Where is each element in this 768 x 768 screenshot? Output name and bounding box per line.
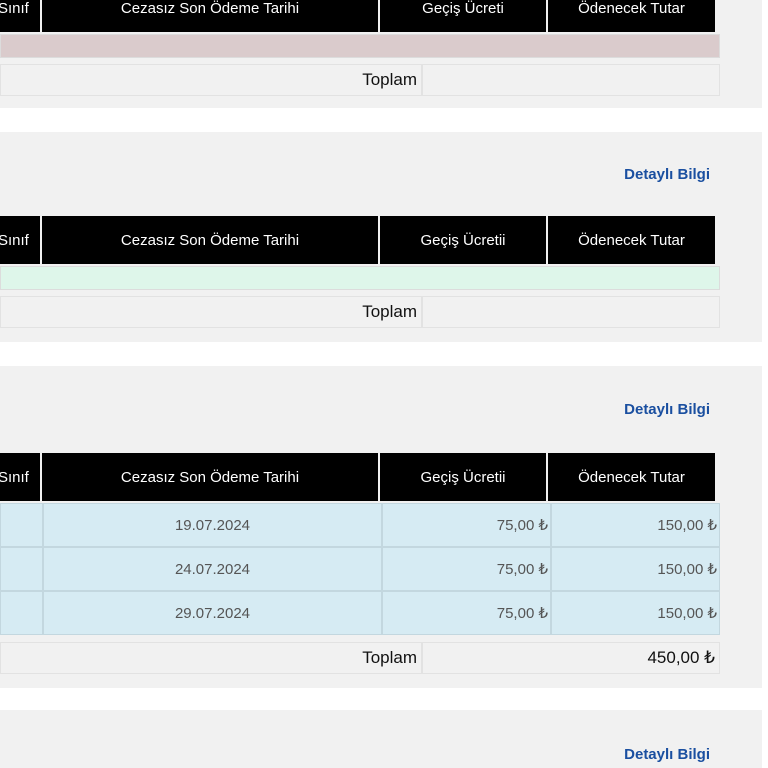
total-label: Toplam xyxy=(0,64,422,96)
cell-date: 29.07.2024 xyxy=(43,591,382,635)
header-last-payment-date: Cezasız Son Ödeme Tarihi xyxy=(42,0,378,32)
cell-fee: 75,00 ₺ xyxy=(382,591,551,635)
header-sinif: Sınıf xyxy=(0,0,40,32)
header-sinif: Sınıf xyxy=(0,216,40,264)
header-amount-due: Ödenecek Tutar xyxy=(548,453,715,501)
section-1-panel: Sınıf Cezasız Son Ödeme Tarihi Geçiş Ücr… xyxy=(0,0,762,108)
header-sinif-label: Sınıf xyxy=(0,468,29,486)
cell-date: 24.07.2024 xyxy=(43,547,382,591)
cell-fee: 75,00 ₺ xyxy=(382,503,551,547)
cell-sinif xyxy=(0,591,43,635)
cell-sinif xyxy=(0,503,43,547)
header-sinif-label: Sınıf xyxy=(0,231,29,249)
header-toll-fee: Geçiş Ücreti xyxy=(380,0,546,32)
header-sinif-label: Sınıf xyxy=(0,0,29,17)
detail-info-link[interactable]: Detaylı Bilgi xyxy=(624,746,710,763)
total-label: Toplam xyxy=(0,296,422,328)
detail-info-link[interactable]: Detaylı Bilgi xyxy=(624,401,710,418)
header-toll-fee: Geçiş Ücretii xyxy=(380,453,546,501)
empty-row-band xyxy=(0,266,720,290)
section-2-panel: Detaylı Bilgi Sınıf Cezasız Son Ödeme Ta… xyxy=(0,132,762,342)
header-toll-fee: Geçiş Ücretii xyxy=(380,216,546,264)
cell-amount: 150,00 ₺ xyxy=(551,591,720,635)
cell-amount: 150,00 ₺ xyxy=(551,547,720,591)
header-sinif: Sınıf xyxy=(0,453,40,501)
cell-fee: 75,00 ₺ xyxy=(382,547,551,591)
total-value: 450,00 ₺ xyxy=(422,642,720,674)
detail-info-link[interactable]: Detaylı Bilgi xyxy=(624,166,710,183)
cell-date: 19.07.2024 xyxy=(43,503,382,547)
header-amount-due: Ödenecek Tutar xyxy=(548,216,715,264)
header-last-payment-date: Cezasız Son Ödeme Tarihi xyxy=(42,453,378,501)
total-value xyxy=(422,296,720,328)
total-value xyxy=(422,64,720,96)
section-4-panel: Detaylı Bilgi xyxy=(0,710,762,768)
empty-row-band xyxy=(0,34,720,58)
cell-sinif xyxy=(0,547,43,591)
total-label: Toplam xyxy=(0,642,422,674)
section-3-panel: Detaylı Bilgi Sınıf Cezasız Son Ödeme Ta… xyxy=(0,366,762,688)
header-amount-due: Ödenecek Tutar xyxy=(548,0,715,32)
header-last-payment-date: Cezasız Son Ödeme Tarihi xyxy=(42,216,378,264)
cell-amount: 150,00 ₺ xyxy=(551,503,720,547)
